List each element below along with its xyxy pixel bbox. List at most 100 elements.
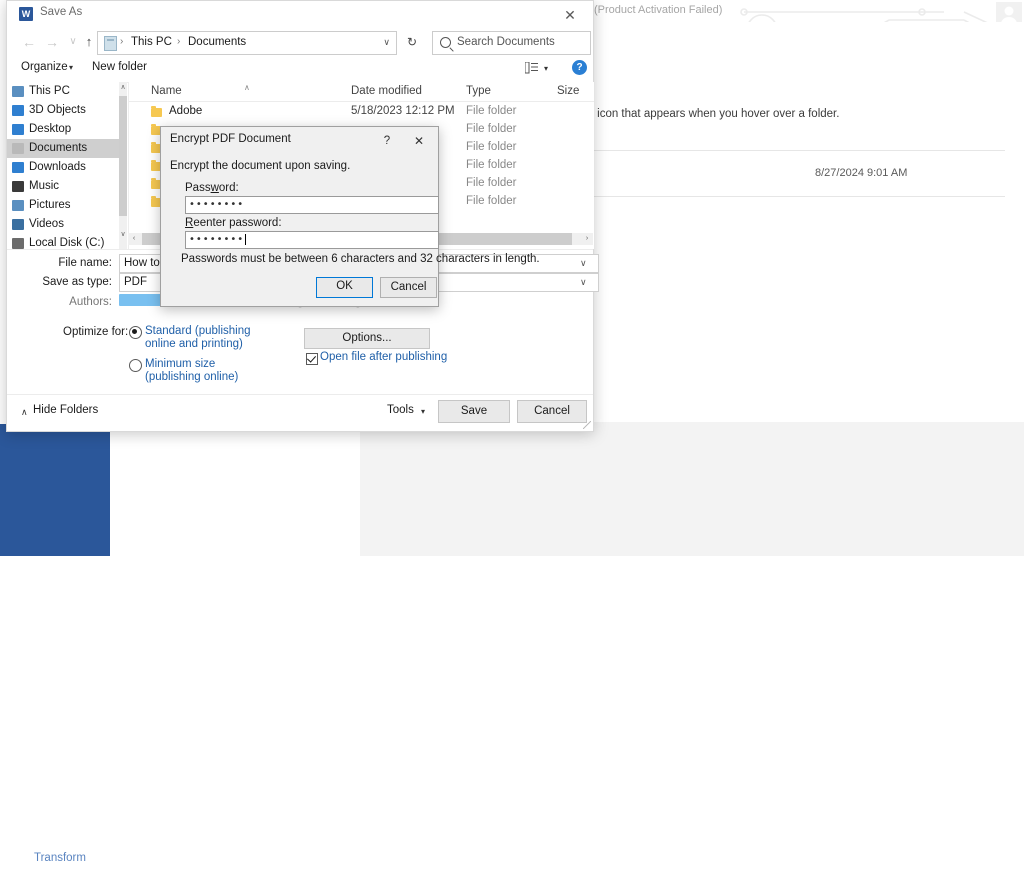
sidebar-item-label: Pictures — [29, 199, 71, 211]
address-bar-row: ← → ∨ ↑ › This PC › Documents ∨ ↻ Search… — [7, 28, 593, 56]
file-list-header: Name ∧ Date modified Type Size — [129, 82, 594, 102]
breadcrumb-documents[interactable]: Documents — [188, 36, 246, 48]
chevron-down-icon[interactable]: ∨ — [383, 37, 390, 48]
organize-button[interactable]: Organize — [21, 61, 68, 73]
explorer-toolbar: Organize ▾ New folder ▾ ? — [7, 56, 593, 83]
chevron-up-icon[interactable]: ∧ — [21, 407, 28, 418]
chevron-down-icon[interactable]: ∨ — [580, 277, 587, 288]
file-name-cell: Adobe — [169, 105, 203, 117]
resize-grip[interactable] — [583, 421, 591, 429]
sidebar-item-label: This PC — [29, 85, 70, 97]
sidebar-item-icon — [12, 181, 24, 192]
folder-icon — [104, 36, 117, 51]
save-as-title: Save As — [40, 6, 83, 18]
type-cell: File folder — [466, 195, 517, 207]
chevron-down-icon[interactable]: ▾ — [69, 63, 73, 72]
minimum-size-label-line1[interactable]: Minimum size — [145, 358, 215, 370]
search-placeholder: Search Documents — [457, 36, 555, 48]
sidebar-item-music[interactable]: Music — [7, 177, 127, 196]
sidebar-item-icon — [12, 219, 24, 230]
standard-option-label-line2[interactable]: online and printing) — [145, 338, 243, 350]
forward-arrow-icon[interactable]: → — [44, 33, 60, 51]
open-after-publishing-checkbox[interactable] — [306, 353, 318, 365]
document-divider-2 — [585, 196, 1005, 197]
sidebar-item-label: Downloads — [29, 161, 86, 173]
scroll-left-icon[interactable]: ‹ — [128, 233, 140, 245]
sidebar-item-this-pc[interactable]: This PC — [7, 82, 127, 101]
authors-field[interactable] — [119, 294, 164, 306]
sidebar-item-videos[interactable]: Videos — [7, 215, 127, 234]
type-cell: File folder — [466, 105, 517, 117]
close-icon[interactable]: ✕ — [410, 132, 428, 150]
encrypt-pdf-dialog: Encrypt PDF Document ? ✕ Encrypt the doc… — [160, 126, 540, 307]
column-header-type[interactable]: Type — [466, 85, 491, 97]
folder-icon — [151, 106, 162, 117]
password-input[interactable]: •••••••• — [185, 196, 439, 214]
tools-button[interactable]: Tools — [387, 404, 414, 416]
breadcrumb-separator-2: › — [177, 36, 181, 47]
sidebar-item-icon — [12, 143, 24, 154]
new-folder-button[interactable]: New folder — [92, 61, 147, 73]
sidebar-item-local-disk-c[interactable]: Local Disk (C:) — [7, 234, 127, 249]
sidebar-item-label: Desktop — [29, 123, 72, 135]
column-header-date-modified[interactable]: Date modified — [351, 85, 422, 97]
encrypt-dialog-title: Encrypt PDF Document — [170, 133, 291, 145]
table-row[interactable]: Adobe 5/18/2023 12:12 PM File folder — [129, 104, 594, 122]
sidebar-item-label: Videos — [29, 218, 64, 230]
options-button[interactable]: Options... — [304, 328, 430, 349]
sidebar-item-downloads[interactable]: Downloads — [7, 158, 127, 177]
backstage-item-close[interactable]: Close — [30, 881, 59, 893]
reenter-value-masked: •••••••• — [189, 234, 245, 245]
column-header-size[interactable]: Size — [557, 85, 579, 97]
sidebar-item-pictures[interactable]: Pictures — [7, 196, 127, 215]
save-button[interactable]: Save — [438, 400, 510, 423]
cancel-button[interactable]: Cancel — [517, 400, 587, 423]
close-icon[interactable]: ✕ — [555, 4, 585, 26]
reenter-password-input[interactable]: •••••••• — [185, 231, 439, 249]
sidebar-item-icon — [12, 162, 24, 173]
recent-locations-icon[interactable]: ∨ — [65, 33, 81, 51]
sidebar-item-3d-objects[interactable]: 3D Objects — [7, 101, 127, 120]
navigation-sidebar: This PC 3D Objects Desktop Documents Downloa… — [7, 82, 127, 249]
sidebar-item-documents[interactable]: Documents — [7, 139, 127, 158]
up-arrow-icon[interactable]: ↑ — [81, 33, 97, 51]
password-label: Password: — [185, 182, 239, 194]
search-input[interactable]: Search Documents — [432, 31, 591, 55]
address-breadcrumb-bar[interactable]: › This PC › Documents ∨ — [97, 31, 397, 55]
scroll-down-icon[interactable]: ∨ — [119, 229, 127, 241]
radio-standard[interactable] — [129, 326, 142, 339]
save-as-type-value: PDF — [124, 276, 147, 288]
scroll-right-icon[interactable]: › — [581, 233, 593, 245]
help-icon[interactable]: ? — [572, 60, 587, 75]
cancel-button[interactable]: Cancel — [380, 277, 437, 298]
chevron-down-icon[interactable]: ∨ — [580, 258, 587, 269]
back-arrow-icon[interactable]: ← — [21, 33, 37, 51]
refresh-icon[interactable]: ↻ — [401, 31, 423, 53]
backstage-item-transform[interactable]: Transform — [34, 852, 86, 864]
reenter-password-label: Reenter password: — [185, 217, 282, 229]
sidebar-scrollbar-thumb[interactable] — [119, 96, 127, 216]
ok-button[interactable]: OK — [316, 277, 373, 298]
type-cell: File folder — [466, 177, 517, 189]
radio-minimum-size[interactable] — [129, 359, 142, 372]
sidebar-item-desktop[interactable]: Desktop — [7, 120, 127, 139]
chevron-down-icon[interactable]: ▾ — [421, 407, 425, 416]
standard-option-label-line1[interactable]: Standard (publishing — [145, 325, 251, 337]
chevron-down-icon[interactable]: ▾ — [544, 64, 548, 73]
search-icon — [440, 37, 451, 48]
breadcrumb-this-pc[interactable]: This PC — [131, 36, 172, 48]
backstage-panel: Transform Close — [0, 424, 110, 893]
open-after-publishing-label[interactable]: Open file after publishing — [320, 351, 447, 363]
view-layout-icon[interactable] — [525, 62, 538, 74]
sidebar-item-icon — [12, 124, 24, 135]
hide-folders-button[interactable]: Hide Folders — [33, 404, 98, 416]
help-icon[interactable]: ? — [378, 132, 396, 150]
sidebar-item-icon — [12, 105, 24, 116]
sidebar-item-icon — [12, 200, 24, 211]
column-header-name[interactable]: Name — [151, 85, 182, 97]
type-cell: File folder — [466, 141, 517, 153]
scroll-up-icon[interactable]: ∧ — [119, 82, 127, 94]
sidebar-item-label: Local Disk (C:) — [29, 237, 105, 249]
minimum-size-label-line2[interactable]: (publishing online) — [145, 371, 238, 383]
document-body-text: in icon that appears when you hover over… — [585, 108, 840, 120]
